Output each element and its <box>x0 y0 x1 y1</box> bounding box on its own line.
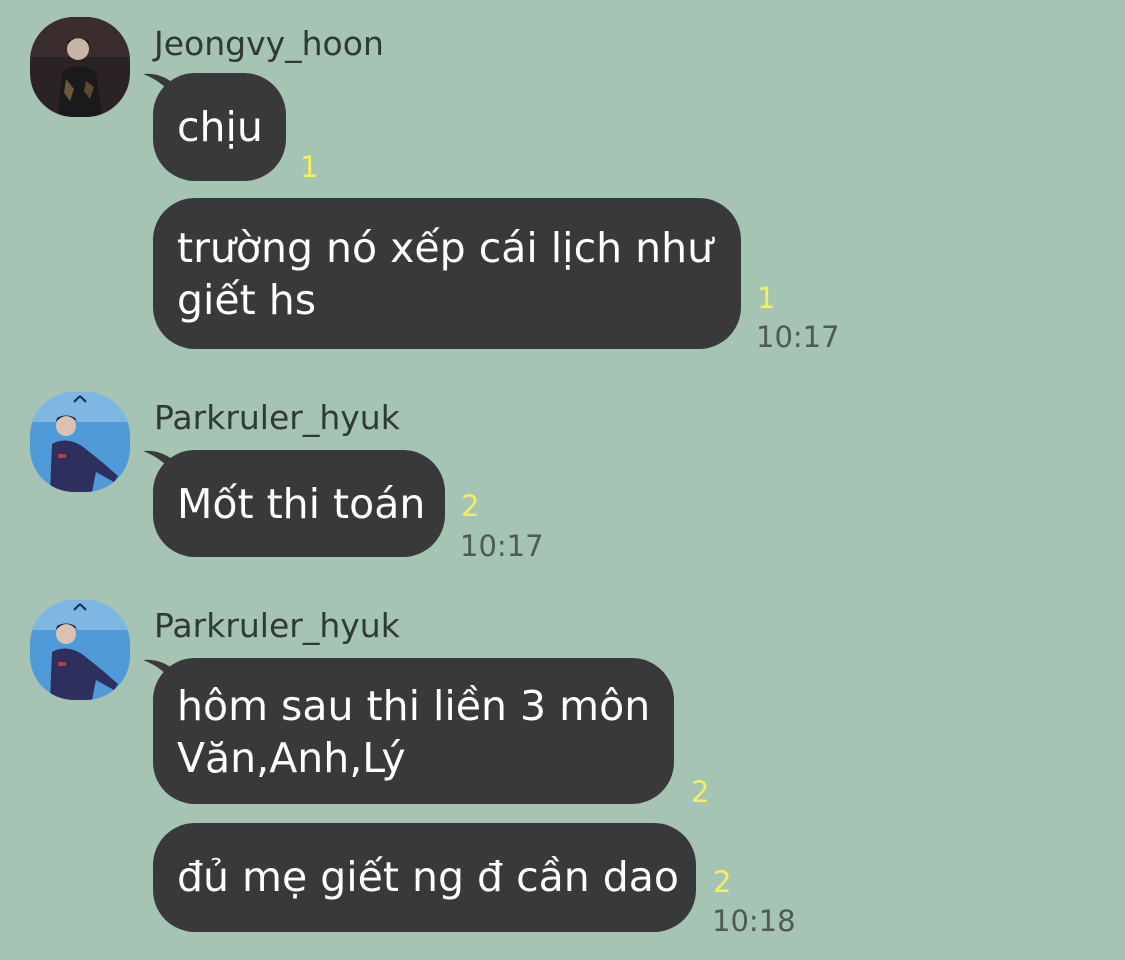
avatar[interactable] <box>30 392 130 492</box>
message-text: đủ mẹ giết ng đ cần dao <box>177 853 680 901</box>
avatar[interactable] <box>30 600 130 700</box>
user-avatar-icon <box>30 17 130 117</box>
unread-count: 2 <box>713 865 732 899</box>
message-text-line: hôm sau thi liền 3 môn <box>177 682 651 730</box>
sender-name: Jeongvy_hoon <box>154 24 384 63</box>
chat-message-list[interactable]: Jeongvy_hoon chịu 1 trường nó xếp cái lị… <box>0 0 1125 960</box>
message-bubble[interactable]: hôm sau thi liền 3 môn Văn,Anh,Lý <box>153 658 674 804</box>
unread-count: 1 <box>300 150 319 184</box>
user-avatar-icon <box>30 600 130 700</box>
unread-count: 2 <box>461 489 480 523</box>
avatar[interactable] <box>30 17 130 117</box>
message-text-line: trường nó xếp cái lịch như <box>177 224 714 272</box>
message-text-line: Văn,Anh,Lý <box>177 734 406 782</box>
message-text-line: giết hs <box>177 276 317 324</box>
message-bubble[interactable]: trường nó xếp cái lịch như giết hs <box>153 198 741 349</box>
user-avatar-icon <box>30 392 130 492</box>
message-time: 10:18 <box>712 904 796 938</box>
unread-count: 2 <box>691 775 710 809</box>
unread-count: 1 <box>757 281 776 315</box>
message-text: Mốt thi toán <box>177 480 426 528</box>
message-bubble[interactable]: chịu <box>153 73 286 181</box>
sender-name: Parkruler_hyuk <box>154 398 400 437</box>
message-time: 10:17 <box>756 320 840 354</box>
message-text: chịu <box>177 103 263 151</box>
message-bubble[interactable]: Mốt thi toán <box>153 450 445 557</box>
message-time: 10:17 <box>460 529 544 563</box>
sender-name: Parkruler_hyuk <box>154 606 400 645</box>
message-bubble[interactable]: đủ mẹ giết ng đ cần dao <box>153 823 696 932</box>
